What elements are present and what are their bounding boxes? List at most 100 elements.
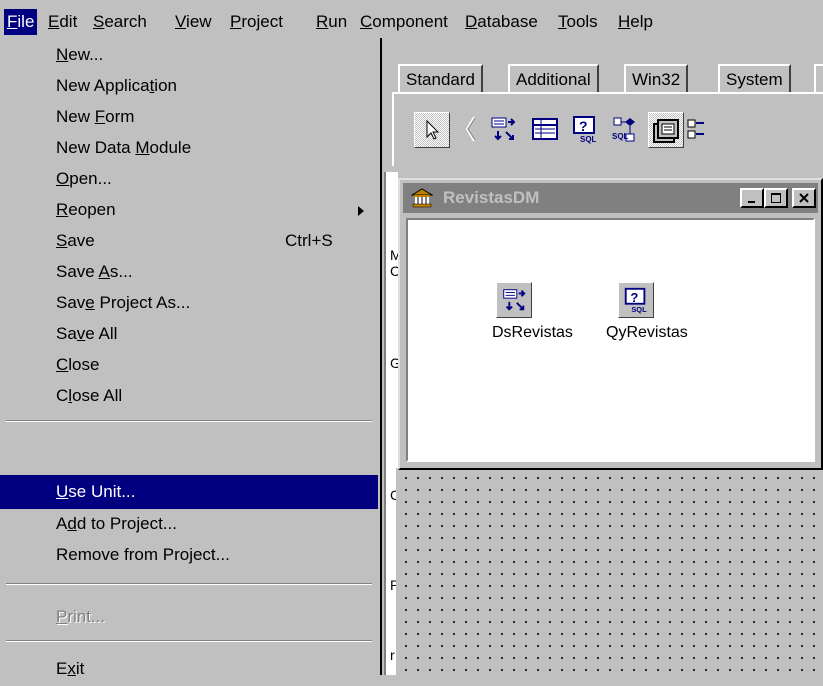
menu-file[interactable]: File [4, 9, 38, 35]
palette-database[interactable] [648, 112, 684, 148]
menu-database[interactable]: Database [462, 9, 541, 35]
menu-item-remove-from-project[interactable]: Remove from Project... [0, 538, 378, 572]
menu-tools-label: ools [566, 12, 598, 31]
minimize-icon [748, 201, 755, 203]
menu-item-close-all[interactable]: Close All [0, 379, 378, 413]
datasource-icon [503, 289, 526, 311]
menu-project[interactable]: Project [227, 9, 286, 35]
minimize-button[interactable] [740, 188, 764, 208]
sql-query-icon: ?SQL [624, 287, 647, 314]
svg-text:?: ? [579, 118, 588, 134]
palette-scroll-left[interactable] [454, 112, 488, 146]
menu-item-label: Close [56, 355, 100, 374]
menu-item-shortcut: Ctrl+S [285, 231, 333, 250]
maximize-button[interactable] [764, 188, 788, 208]
menu-item-label: Reopen [56, 200, 116, 219]
menu-view-label: iew [186, 12, 212, 31]
menu-item-exit[interactable]: Exit [0, 652, 378, 686]
arrow-cursor-icon [426, 119, 440, 140]
menu-bar: File Edit Search View Project Run Compon… [0, 0, 823, 42]
palette-datasource[interactable] [486, 112, 520, 146]
data-module-window: RevistasDM DsRevistas ? SQL QyRevistas [398, 178, 823, 470]
menu-edit[interactable]: Edit [45, 9, 80, 35]
menu-item-print: Print... [0, 600, 378, 634]
title-bar[interactable]: RevistasDM [403, 183, 818, 213]
database-icon [653, 119, 679, 143]
menu-item-label: Save As... [56, 262, 133, 281]
component-label: DsRevistas [492, 324, 573, 341]
menu-project-label: roject [241, 12, 283, 31]
menu-tools-key: T [558, 12, 567, 31]
menu-view-key: V [175, 12, 187, 31]
menu-item-label: New... [56, 45, 104, 64]
menu-help-key: H [618, 12, 631, 31]
menu-component[interactable]: Component [357, 9, 451, 35]
palette-session[interactable] [686, 112, 706, 146]
submenu-arrow-icon [358, 206, 364, 216]
menu-item-save-project-as[interactable]: Save Project As... [0, 286, 378, 320]
menu-item-save[interactable]: Save Ctrl+S [0, 224, 378, 258]
menu-item-label: Use Unit... [56, 482, 136, 501]
menu-item-close[interactable]: Close [0, 348, 378, 382]
close-button[interactable] [792, 188, 816, 208]
palette-stored-proc[interactable]: SQL [608, 112, 642, 146]
menu-item-label: Save [56, 231, 95, 250]
menu-item-new-application[interactable]: New Application [0, 69, 378, 103]
menu-component-label: omponent [372, 12, 448, 31]
sql-query-icon: ?SQL [573, 116, 597, 144]
component-qyrevistas[interactable]: ? SQL [618, 282, 654, 318]
data-module-client: DsRevistas ? SQL QyRevistas [406, 218, 815, 462]
menu-search[interactable]: Search [90, 9, 150, 35]
window-title: RevistasDM [443, 188, 540, 207]
menu-item-save-as[interactable]: Save As... [0, 255, 378, 289]
menu-item-save-all[interactable]: Save All [0, 317, 378, 351]
menu-item-label: New Data Module [56, 138, 192, 157]
menu-item-label: Save Project As... [56, 293, 191, 312]
component-label: QyRevistas [606, 324, 688, 341]
menu-item-use-unit[interactable]: Use Unit... [0, 475, 378, 509]
menu-item-label: New Form [56, 107, 135, 126]
tab-data-access[interactable]: D [814, 64, 823, 94]
menu-item-label: Open... [56, 169, 112, 188]
palette-query[interactable]: ? SQL [568, 112, 602, 146]
component-palette: Standard Additional Win32 System D ?SQL … [384, 42, 823, 172]
menu-item-open[interactable]: Open... [0, 162, 378, 196]
menu-item-label: Close All [56, 386, 123, 405]
menu-file-key: F [7, 12, 18, 31]
menu-tools[interactable]: Tools [555, 9, 601, 35]
tab-win32[interactable]: Win32 [624, 64, 689, 94]
menu-item-reopen[interactable]: Reopen [0, 193, 378, 227]
menu-run-key: R [316, 12, 329, 31]
menu-item-label: Remove from Project... [56, 545, 230, 564]
menu-item-new-data-module[interactable]: New Data Module [0, 131, 378, 165]
menu-edit-key: E [48, 12, 60, 31]
menu-run[interactable]: Run [313, 9, 350, 35]
menu-help[interactable]: Help [615, 9, 656, 35]
form-design-grid[interactable] [396, 468, 823, 675]
menu-item-new-form[interactable]: New Form [0, 100, 378, 134]
menu-help-label: elp [630, 12, 653, 31]
palette-page: ? SQL SQL [392, 92, 823, 166]
svg-text:SQL: SQL [612, 132, 629, 141]
menu-item-add-to-project[interactable]: Add to Project... [0, 507, 378, 541]
component-dsrevistas[interactable] [496, 282, 532, 318]
menu-item-label: New Application [56, 76, 177, 95]
menu-separator [6, 640, 372, 642]
menu-search-key: S [93, 12, 105, 31]
tab-additional[interactable]: Additional [508, 64, 599, 94]
menu-item-new[interactable]: New... [0, 38, 378, 72]
menu-item-label: Save All [56, 324, 118, 343]
menu-run-label: un [328, 12, 348, 31]
menu-project-key: P [230, 12, 242, 31]
file-menu: New... New Application New Form New Data… [0, 38, 382, 678]
menu-view[interactable]: View [172, 9, 215, 35]
menu-database-key: D [465, 12, 478, 31]
pointer-tool[interactable] [414, 112, 450, 148]
tab-system[interactable]: System [718, 64, 791, 94]
palette-table[interactable] [528, 112, 562, 146]
session-icon [687, 119, 704, 139]
menu-search-label: earch [104, 12, 147, 31]
strip-mark: r [390, 647, 395, 663]
tab-standard[interactable]: Standard [398, 64, 483, 94]
menu-edit-label: dit [59, 12, 78, 31]
